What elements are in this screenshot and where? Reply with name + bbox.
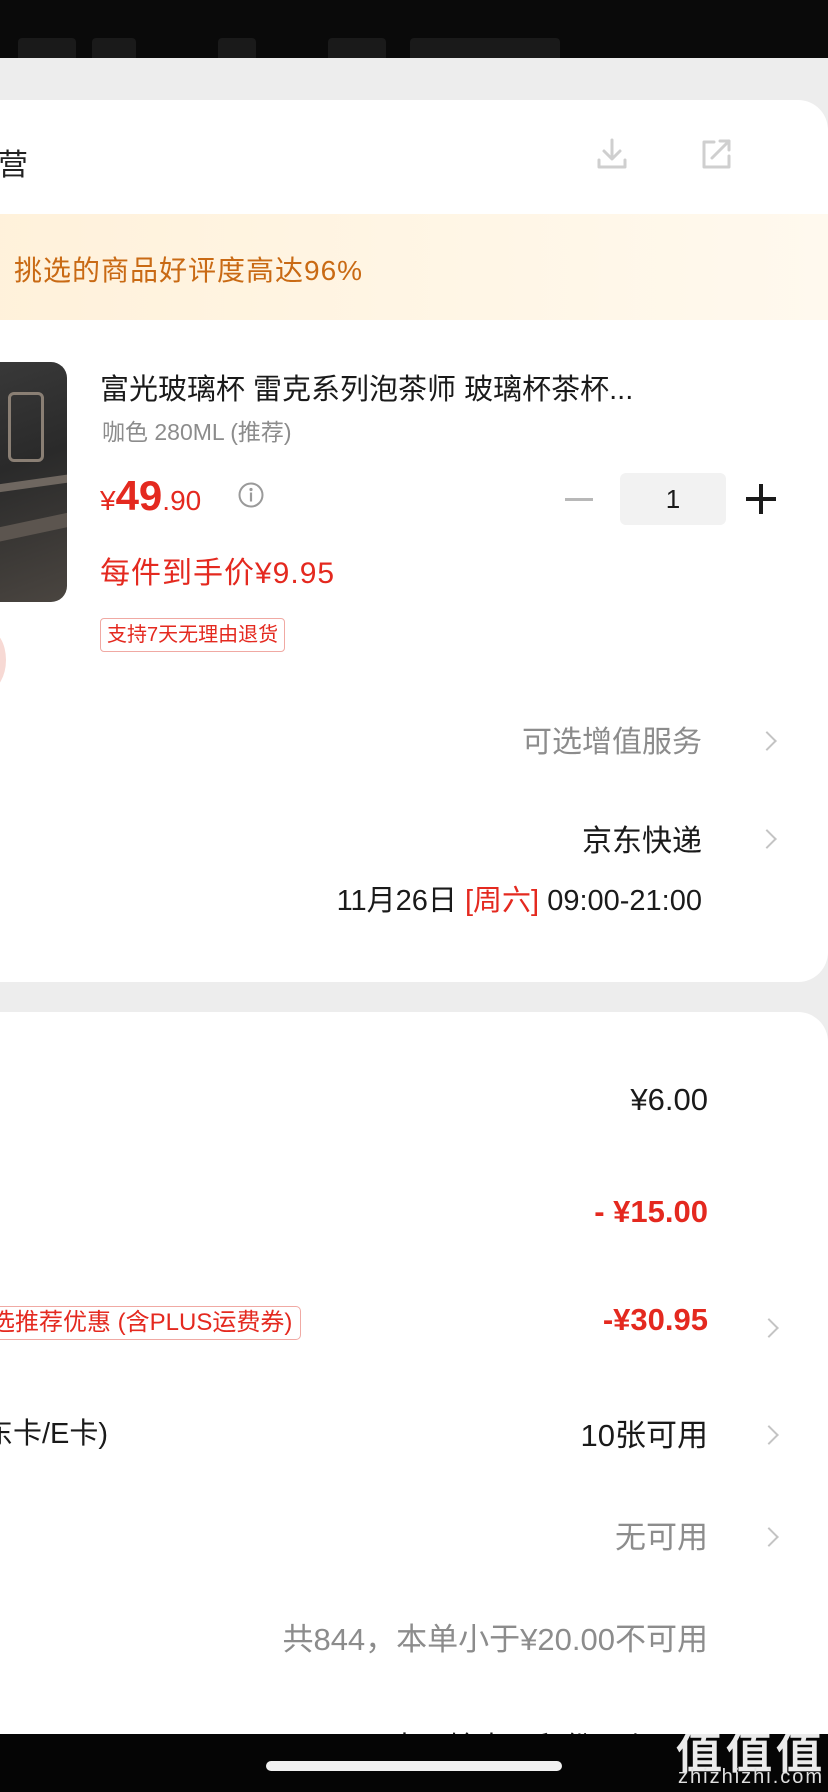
delivery-date: 11月26日 [336, 885, 457, 917]
delivery-time[interactable]: 11月26日 [周六] 09:00-21:00 [337, 877, 702, 919]
price-symbol: ¥ [100, 485, 116, 516]
coupon-discount[interactable]: -¥30.95 [603, 1302, 708, 1338]
points-status: 共844，本单小于¥20.00不可用 [282, 1622, 708, 1657]
rating-banner-text: 挑选的商品好评度高达96% [14, 255, 364, 286]
quantity-decrease-button[interactable] [565, 498, 593, 501]
quantity-increase-button[interactable] [746, 484, 776, 514]
status-bar-blob [218, 38, 256, 58]
shipping-carrier[interactable]: 京东快递 [582, 816, 702, 860]
chevron-right-icon[interactable] [759, 1425, 779, 1445]
status-bar-blob [328, 38, 386, 58]
side-badge [0, 630, 6, 690]
gift-card-label: 东卡/E卡) [0, 1418, 109, 1450]
product-price: ¥49.90 [100, 472, 201, 520]
status-bar [0, 0, 828, 58]
status-bar-blob [410, 38, 560, 58]
balance-status[interactable]: 无可用 [615, 1512, 708, 1557]
summary-amount: ¥6.00 [630, 1082, 708, 1117]
rating-banner: 挑选的商品好评度高达96% [0, 214, 828, 320]
return-policy-tag: 支持7天无理由退货 [100, 618, 286, 652]
chevron-right-icon[interactable] [759, 1318, 779, 1338]
coupon-recommend-tag[interactable]: 选推荐优惠 (含PLUS运费券) [0, 1306, 302, 1340]
quantity-input[interactable]: 1 [620, 473, 726, 525]
delivery-weekday: [周六] [465, 885, 540, 917]
product-card: 营 挑选的商品好评度高达96% 富光玻璃杯 雷克系列泡茶师 玻璃杯茶杯... 咖… [0, 100, 828, 982]
download-icon[interactable] [592, 134, 632, 174]
product-title[interactable]: 富光玻璃杯 雷克系列泡茶师 玻璃杯茶杯... [100, 366, 633, 408]
info-icon[interactable] [237, 481, 265, 509]
price-integer: 49 [115, 472, 163, 519]
product-variant[interactable]: 咖色 280ML (推荐) [102, 413, 292, 447]
chevron-right-icon[interactable] [757, 829, 777, 849]
share-icon[interactable] [696, 134, 736, 174]
watermark-url: zhizhizhi.com [678, 1766, 825, 1788]
product-image[interactable] [0, 362, 67, 602]
price-decimal: .90 [162, 485, 202, 516]
home-indicator[interactable] [266, 1761, 562, 1771]
unit-price: 每件到手价¥9.95 [100, 557, 336, 590]
value-added-services-link[interactable]: 可选增值服务 [522, 717, 702, 761]
price-summary-card: ¥6.00 - ¥15.00 选推荐优惠 (含PLUS运费券) -¥30.95 … [0, 1012, 828, 1792]
chevron-right-icon[interactable] [759, 1527, 779, 1547]
gift-card-available[interactable]: 10张可用 [581, 1410, 708, 1455]
home-indicator-bar: 值值值 zhizhizhi.com [0, 1726, 828, 1792]
shop-name: 营 [0, 149, 28, 182]
summary-discount: - ¥15.00 [594, 1194, 708, 1229]
chevron-right-icon[interactable] [757, 731, 777, 751]
delivery-window: 09:00-21:00 [547, 885, 702, 917]
status-bar-blob [92, 38, 136, 58]
status-bar-blob [18, 38, 76, 58]
